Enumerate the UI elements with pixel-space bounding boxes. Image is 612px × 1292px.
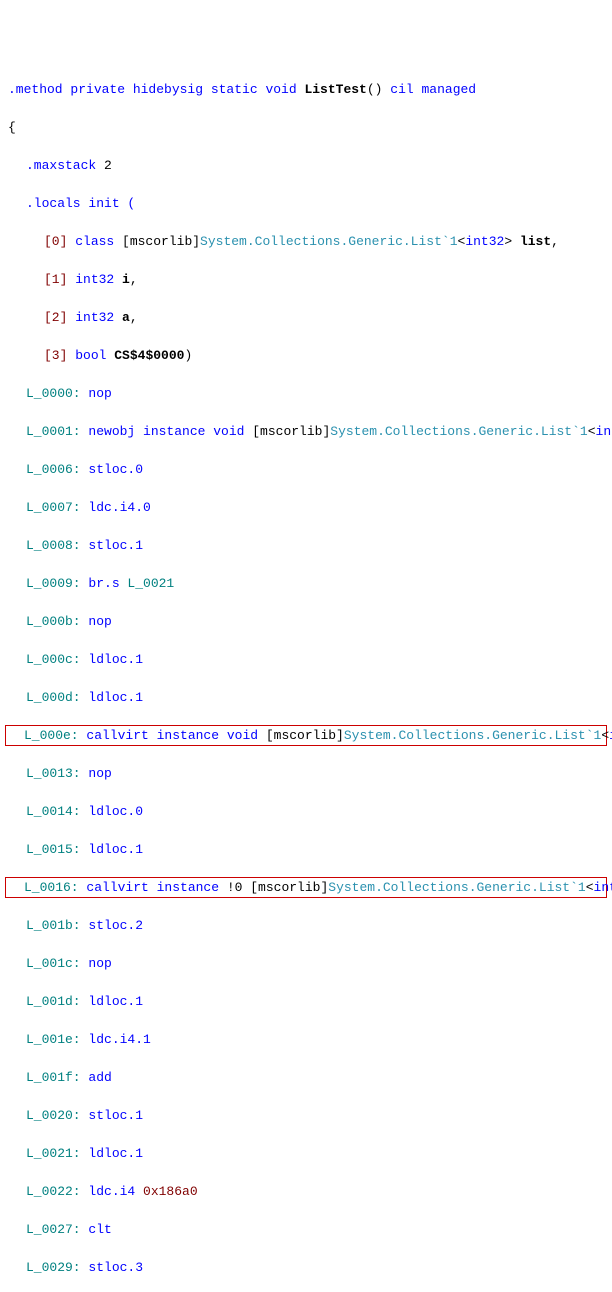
- il-line: L_000b: nop: [8, 612, 604, 631]
- local-3: [3] bool CS$4$0000): [8, 346, 604, 365]
- method-signature: .method private hidebysig static void Li…: [8, 80, 604, 99]
- il-line: L_000c: ldloc.1: [8, 650, 604, 669]
- il-line: L_0020: stloc.1: [8, 1106, 604, 1125]
- il-line: L_0021: ldloc.1: [8, 1144, 604, 1163]
- il-line: L_0027: clt: [8, 1220, 604, 1239]
- il-line: L_0000: nop: [8, 384, 604, 403]
- local-0: [0] class [mscorlib]System.Collections.G…: [8, 232, 604, 251]
- local-2: [2] int32 a,: [8, 308, 604, 327]
- il-line: L_0029: stloc.3: [8, 1258, 604, 1277]
- il-line: L_0014: ldloc.0: [8, 802, 604, 821]
- il-line: L_001e: ldc.i4.1: [8, 1030, 604, 1049]
- maxstack: .maxstack 2: [8, 156, 604, 175]
- il-line: L_000d: ldloc.1: [8, 688, 604, 707]
- il-line: L_0015: ldloc.1: [8, 840, 604, 859]
- local-1: [1] int32 i,: [8, 270, 604, 289]
- il-line: L_0013: nop: [8, 764, 604, 783]
- il-line-highlight: L_0016: callvirt instance !0 [mscorlib]S…: [5, 877, 607, 898]
- il-line: L_001c: nop: [8, 954, 604, 973]
- il-line: L_0001: newobj instance void [mscorlib]S…: [8, 422, 604, 441]
- il-line: L_0006: stloc.0: [8, 460, 604, 479]
- locals-init: .locals init (: [8, 194, 604, 213]
- brace-open: {: [8, 118, 604, 137]
- il-line: L_001b: stloc.2: [8, 916, 604, 935]
- il-line: L_0007: ldc.i4.0: [8, 498, 604, 517]
- il-line: L_0008: stloc.1: [8, 536, 604, 555]
- il-line: L_0009: br.s L_0021: [8, 574, 604, 593]
- il-line: L_0022: ldc.i4 0x186a0: [8, 1182, 604, 1201]
- il-line: L_001d: ldloc.1: [8, 992, 604, 1011]
- il-line-highlight: L_000e: callvirt instance void [mscorlib…: [5, 725, 607, 746]
- il-line: L_001f: add: [8, 1068, 604, 1087]
